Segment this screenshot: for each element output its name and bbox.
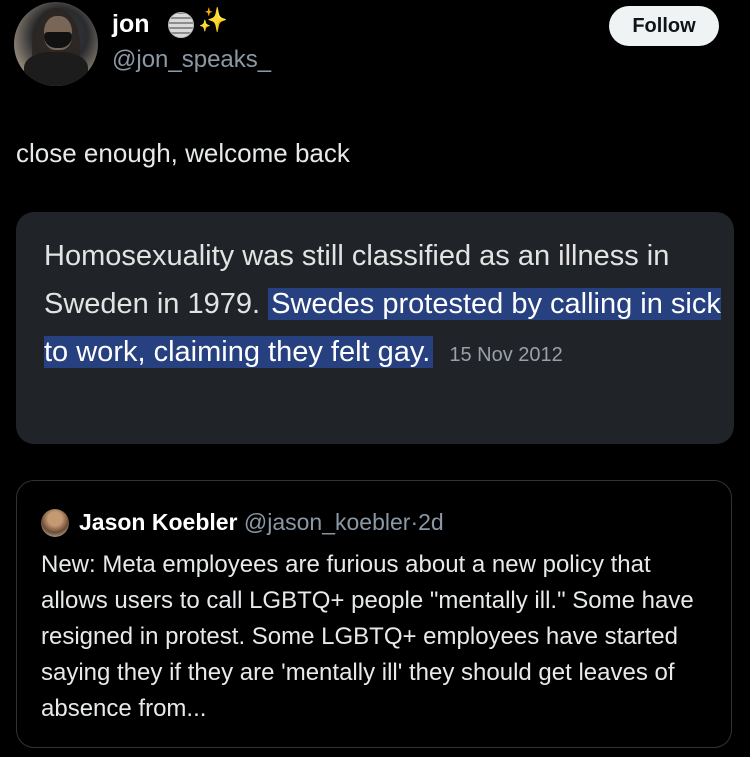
media-caption: Homosexuality was still classified as an… (44, 232, 724, 379)
quoted-separator: · (410, 509, 419, 535)
quoted-tweet-header: Jason Koebler @jason_koebler·2d (79, 509, 444, 536)
quoted-author-avatar[interactable] (41, 509, 69, 537)
quoted-author-handle[interactable]: @jason_koebler (244, 509, 411, 535)
media-date: 15 Nov 2012 (449, 344, 563, 366)
author-handle[interactable]: @jon_speaks_ (112, 46, 271, 74)
author-avatar[interactable] (14, 2, 98, 86)
quoted-timestamp[interactable]: 2d (418, 509, 444, 535)
quoted-author-name[interactable]: Jason Koebler (79, 509, 238, 535)
tweet-text: close enough, welcome back (16, 138, 350, 168)
avatar-body (24, 52, 88, 86)
globe-emoji-icon (168, 12, 194, 38)
quoted-tweet-text: New: Meta employees are furious about a … (41, 551, 694, 722)
follow-button[interactable]: Follow (609, 6, 719, 46)
author-display-name[interactable]: jon (112, 10, 150, 39)
sparkles-emoji-icon: ✨ (198, 7, 228, 34)
media-image-card[interactable]: Homosexuality was still classified as an… (16, 212, 734, 444)
quoted-tweet-card[interactable]: Jason Koebler @jason_koebler·2d New: Met… (16, 480, 732, 748)
